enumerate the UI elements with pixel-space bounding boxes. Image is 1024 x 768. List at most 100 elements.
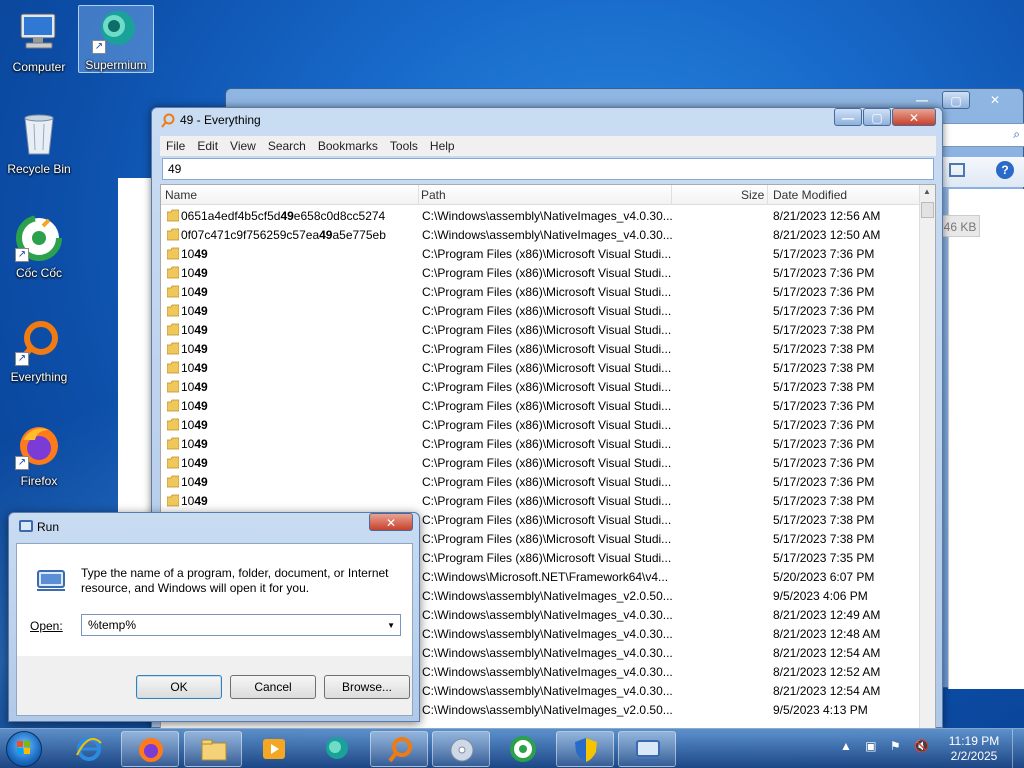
row-date: 5/17/2023 7:36 PM bbox=[773, 399, 875, 413]
help-icon[interactable]: ? bbox=[996, 161, 1014, 179]
maximize-button[interactable]: ▢ bbox=[863, 108, 891, 126]
column-divider[interactable] bbox=[671, 185, 672, 205]
row-path: C:\Program Files (x86)\Microsoft Visual … bbox=[422, 513, 672, 527]
dialog-body: Type the name of a program, folder, docu… bbox=[16, 543, 413, 716]
taskbar-firefox[interactable] bbox=[121, 731, 179, 767]
desktop-icon-coccoc[interactable]: ↗ Cốc Cốc bbox=[1, 214, 77, 280]
open-combobox[interactable]: %temp% ▼ bbox=[81, 614, 401, 636]
table-row[interactable]: 1049 C:\Program Files (x86)\Microsoft Vis… bbox=[161, 472, 921, 491]
close-button[interactable]: ✕ bbox=[369, 513, 413, 531]
table-row[interactable]: 1049 C:\Program Files (x86)\Microsoft Vis… bbox=[161, 434, 921, 453]
folder-icon bbox=[167, 285, 179, 298]
column-divider[interactable] bbox=[418, 185, 419, 205]
minimize-button[interactable]: — bbox=[834, 108, 862, 126]
command-bar: ? bbox=[941, 157, 1024, 187]
ok-button[interactable]: OK bbox=[136, 675, 222, 699]
search-box[interactable]: ⌕ bbox=[941, 123, 1024, 147]
desktop-icon-computer[interactable]: Computer bbox=[1, 8, 77, 74]
chevron-down-icon[interactable]: ▼ bbox=[387, 621, 395, 630]
preview-pane-icon[interactable] bbox=[949, 163, 965, 177]
taskbar-uac[interactable] bbox=[556, 731, 614, 767]
show-hidden-icons-icon[interactable]: ▲ bbox=[840, 739, 852, 753]
table-row[interactable]: 0651a4edf4b5cf5d49e658c0d8cc5274 C:\Windo… bbox=[161, 206, 921, 225]
menu-bookmarks[interactable]: Bookmarks bbox=[312, 136, 384, 153]
vertical-scrollbar[interactable]: ▲ bbox=[919, 185, 935, 728]
folder-icon bbox=[167, 304, 179, 317]
table-row[interactable]: 1049 C:\Program Files (x86)\Microsoft Vis… bbox=[161, 320, 921, 339]
scroll-up-icon[interactable]: ▲ bbox=[923, 187, 931, 196]
desktop-icon-everything[interactable]: ↗ Everything bbox=[1, 318, 77, 384]
close-button[interactable]: ✕ bbox=[892, 108, 936, 126]
table-row[interactable]: 1049 C:\Program Files (x86)\Microsoft Vis… bbox=[161, 358, 921, 377]
column-path[interactable]: Path bbox=[421, 188, 446, 202]
table-row[interactable]: 1049 C:\Program Files (x86)\Microsoft Vis… bbox=[161, 491, 921, 510]
menu-file[interactable]: File bbox=[160, 136, 191, 153]
table-row[interactable]: 1049 C:\Program Files (x86)\Microsoft Vis… bbox=[161, 339, 921, 358]
taskbar-explorer[interactable] bbox=[184, 731, 242, 767]
table-row[interactable]: 0f07c471c9f756259c57ea49a5e775eb C:\Windo… bbox=[161, 225, 921, 244]
network-icon[interactable]: ▣ bbox=[865, 739, 876, 753]
title-bar[interactable]: 49 - Everything — ▢ ✕ bbox=[152, 108, 942, 134]
folder-icon bbox=[167, 494, 179, 507]
desktop-icon-label: Supermium bbox=[85, 58, 147, 72]
taskbar-ie[interactable] bbox=[60, 731, 118, 767]
row-date: 5/17/2023 7:38 PM bbox=[773, 380, 875, 394]
column-name[interactable]: Name bbox=[165, 188, 197, 202]
table-row[interactable]: 1049 C:\Program Files (x86)\Microsoft Vis… bbox=[161, 453, 921, 472]
taskbar-everything[interactable] bbox=[370, 731, 428, 767]
row-date: 5/17/2023 7:38 PM bbox=[773, 323, 875, 337]
show-desktop-button[interactable] bbox=[1012, 729, 1024, 768]
open-input-value[interactable]: %temp% bbox=[88, 618, 136, 632]
table-row[interactable]: 1049 C:\Program Files (x86)\Microsoft Vis… bbox=[161, 377, 921, 396]
menu-search[interactable]: Search bbox=[262, 136, 312, 153]
desktop-icon-label: Everything bbox=[10, 370, 68, 384]
maximize-button[interactable]: ▢ bbox=[942, 91, 970, 109]
row-path: C:\Windows\assembly\NativeImages_v4.0.30… bbox=[422, 627, 672, 641]
row-name: 1049 bbox=[181, 437, 208, 451]
row-date: 5/17/2023 7:36 PM bbox=[773, 456, 875, 470]
desktop-icon-recycle-bin[interactable]: Recycle Bin bbox=[1, 110, 77, 176]
dialog-title: Run bbox=[37, 520, 60, 534]
desktop-icon-firefox[interactable]: ↗ Firefox bbox=[1, 422, 77, 488]
explorer-icon bbox=[201, 739, 227, 761]
table-row[interactable]: 1049 C:\Program Files (x86)\Microsoft Vis… bbox=[161, 244, 921, 263]
volume-muted-icon[interactable]: 🔇 bbox=[914, 739, 929, 753]
cancel-button[interactable]: Cancel bbox=[230, 675, 316, 699]
taskbar-disc-tool[interactable] bbox=[432, 731, 490, 767]
table-row[interactable]: 1049 C:\Program Files (x86)\Microsoft Vis… bbox=[161, 301, 921, 320]
taskbar-media-player[interactable] bbox=[245, 731, 303, 767]
table-row[interactable]: 1049 C:\Program Files (x86)\Microsoft Vis… bbox=[161, 415, 921, 434]
folder-icon bbox=[167, 380, 179, 393]
column-size[interactable]: Size bbox=[741, 188, 764, 202]
row-path: C:\Program Files (x86)\Microsoft Visual … bbox=[422, 266, 672, 280]
menu-tools[interactable]: Tools bbox=[384, 136, 424, 153]
menu-edit[interactable]: Edit bbox=[191, 136, 224, 153]
table-row[interactable]: 1049 C:\Program Files (x86)\Microsoft Vis… bbox=[161, 263, 921, 282]
folder-icon bbox=[167, 456, 179, 469]
table-row[interactable]: 1049 C:\Program Files (x86)\Microsoft Vis… bbox=[161, 396, 921, 415]
column-date-modified[interactable]: Date Modified bbox=[773, 188, 847, 202]
browse-button[interactable]: Browse... bbox=[324, 675, 410, 699]
desktop-icon-supermium[interactable]: ↗ Supermium bbox=[78, 5, 154, 73]
taskbar-supermium[interactable] bbox=[307, 731, 365, 767]
action-center-icon[interactable]: ⚑ bbox=[890, 739, 901, 753]
taskbar-run[interactable] bbox=[618, 731, 676, 767]
table-row[interactable]: 1049 C:\Program Files (x86)\Microsoft Vis… bbox=[161, 282, 921, 301]
menu-view[interactable]: View bbox=[224, 136, 262, 153]
row-name: 1049 bbox=[181, 494, 208, 508]
taskbar-coccoc[interactable] bbox=[494, 731, 552, 767]
start-button[interactable] bbox=[6, 731, 42, 767]
row-date: 5/17/2023 7:38 PM bbox=[773, 342, 875, 356]
close-button[interactable]: ✕ bbox=[981, 91, 1009, 109]
firefox-icon: ↗ bbox=[15, 422, 63, 470]
row-date: 8/21/2023 12:49 AM bbox=[773, 608, 881, 622]
search-input[interactable] bbox=[162, 158, 934, 180]
shortcut-arrow-icon: ↗ bbox=[15, 456, 29, 470]
column-divider[interactable] bbox=[767, 185, 768, 205]
row-date: 8/21/2023 12:54 AM bbox=[773, 684, 881, 698]
clock[interactable]: 11:19 PM 2/2/2025 bbox=[948, 734, 1000, 764]
folder-icon bbox=[167, 228, 179, 241]
scroll-thumb[interactable] bbox=[921, 202, 934, 218]
menu-help[interactable]: Help bbox=[424, 136, 461, 153]
run-dialog[interactable]: Run ✕ Type the name of a program, folder… bbox=[8, 512, 420, 722]
